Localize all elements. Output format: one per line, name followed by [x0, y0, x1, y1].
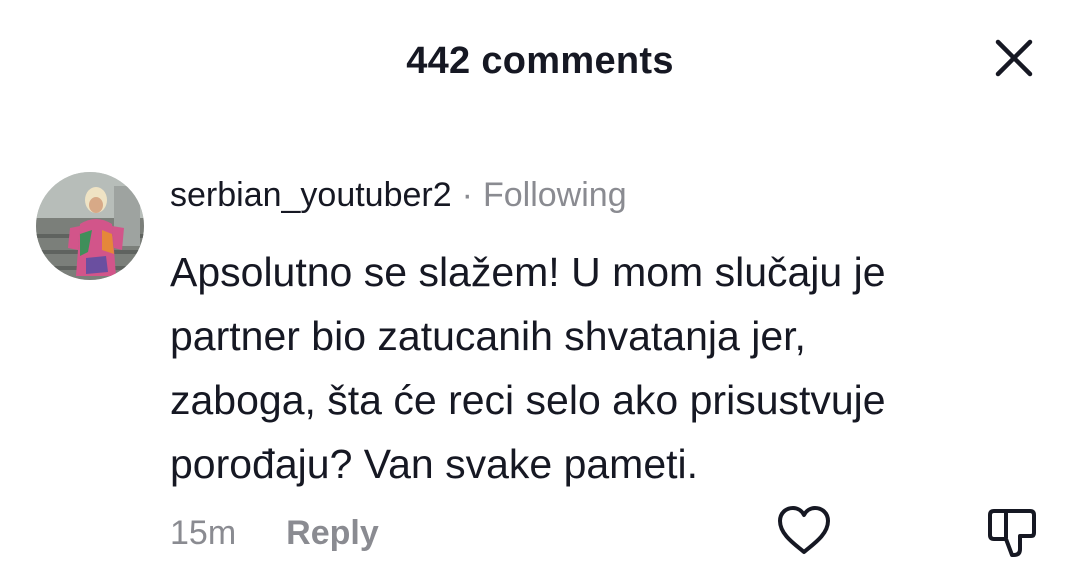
comment-line: zaboga, šta će reci selo ako prisustvuje — [170, 377, 886, 423]
like-button[interactable] — [776, 505, 832, 557]
following-status: Following — [482, 176, 627, 214]
close-icon — [995, 39, 1033, 77]
comment-header: serbian_youtuber2 · Following — [170, 176, 627, 215]
comments-count-title: 442 comments — [406, 40, 674, 82]
reply-button[interactable]: Reply — [286, 514, 379, 552]
heart-outline-icon — [778, 506, 830, 554]
comment-timestamp: 15m — [170, 514, 237, 552]
comment-line: porođaju? Van svake pameti. — [170, 441, 699, 487]
avatar[interactable] — [36, 172, 144, 280]
close-button[interactable] — [992, 36, 1036, 80]
comments-sheet: 442 comments serbian_youtuber2 · Followin — [0, 0, 1080, 586]
thumbs-down-icon — [988, 509, 1036, 557]
comment-line: Apsolutno se slažem! U mom slučaju je — [170, 249, 886, 295]
comment-meta: 15m Reply — [170, 514, 379, 553]
separator-dot: · — [461, 176, 473, 214]
username-link[interactable]: serbian_youtuber2 — [170, 176, 452, 214]
user-avatar — [36, 172, 144, 280]
comment-body: Apsolutno se slažem! U mom slučaju je pa… — [170, 240, 1030, 496]
dislike-button[interactable] — [986, 505, 1042, 561]
comment-line: partner bio zatucanih shvatanja jer, — [170, 313, 806, 359]
